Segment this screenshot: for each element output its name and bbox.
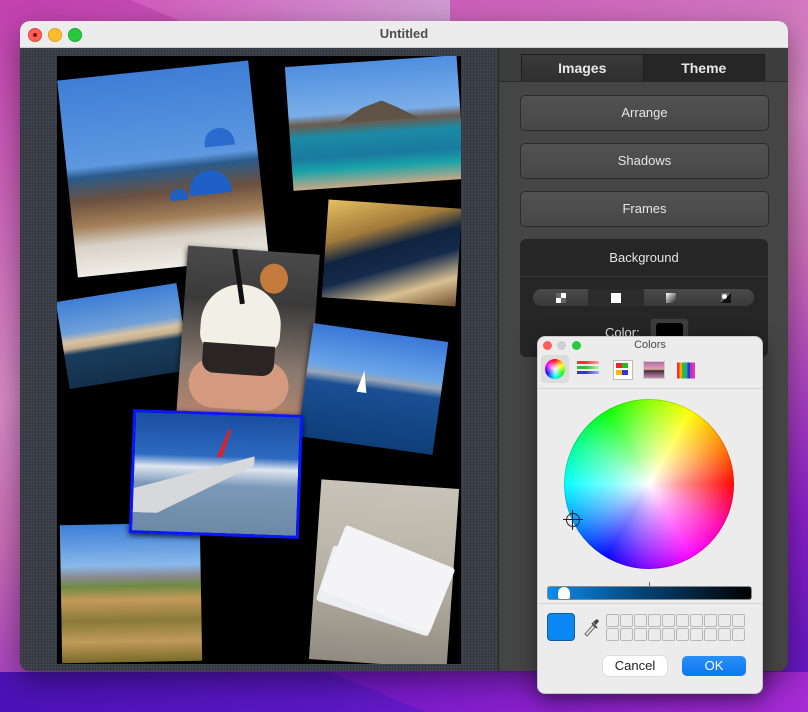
color-swatch[interactable] xyxy=(648,614,661,627)
colors-panel-title: Colors xyxy=(634,339,666,351)
brightness-slider-knob[interactable] xyxy=(557,587,570,599)
color-sliders-icon xyxy=(577,361,599,377)
photo-olive-fields[interactable] xyxy=(59,522,203,664)
color-swatch[interactable] xyxy=(690,628,703,641)
color-swatch[interactable] xyxy=(690,614,703,627)
segment-gradient[interactable] xyxy=(644,289,699,306)
wafer-shape xyxy=(258,262,290,295)
eyedropper-icon[interactable] xyxy=(582,617,600,637)
color-wheel[interactable] xyxy=(564,399,734,569)
dome-shape xyxy=(187,168,232,197)
mode-color-wheel[interactable] xyxy=(541,355,569,383)
photo-santorini-night[interactable] xyxy=(321,199,461,307)
image-icon xyxy=(721,292,732,303)
shadows-button[interactable]: Shadows xyxy=(520,143,769,179)
photo-sailboat-sea[interactable] xyxy=(297,323,449,455)
current-color-well[interactable] xyxy=(547,613,575,641)
cancel-button[interactable]: Cancel xyxy=(603,656,667,676)
color-well-swatch xyxy=(656,323,683,337)
dome-shape xyxy=(203,126,235,148)
color-swatch[interactable] xyxy=(732,628,745,641)
solid-color-icon xyxy=(610,292,621,303)
cup-shape xyxy=(201,341,276,377)
color-swatch[interactable] xyxy=(620,628,633,641)
segment-image[interactable] xyxy=(699,289,754,306)
color-swatch[interactable] xyxy=(606,614,619,627)
segment-solid-color[interactable] xyxy=(588,289,644,306)
color-swatch[interactable] xyxy=(634,628,647,641)
color-swatch[interactable] xyxy=(606,628,619,641)
image-palettes-icon xyxy=(643,361,665,379)
color-swatch[interactable] xyxy=(648,628,661,641)
color-swatch[interactable] xyxy=(634,614,647,627)
mode-image-palettes[interactable] xyxy=(639,355,667,383)
ok-button[interactable]: OK xyxy=(682,656,746,676)
background-divider xyxy=(520,276,768,277)
color-swatch[interactable] xyxy=(718,628,731,641)
custom-swatches-grid xyxy=(606,614,745,641)
mode-color-sliders[interactable] xyxy=(574,355,602,383)
canvas-area xyxy=(20,48,498,671)
photo-ice-cream-cup[interactable] xyxy=(176,245,320,425)
title-bar: Untitled xyxy=(20,21,788,48)
color-swatch[interactable] xyxy=(676,614,689,627)
segment-checker[interactable] xyxy=(533,289,588,306)
sidebar-tabs: Images Theme xyxy=(521,54,765,82)
brightness-slider[interactable] xyxy=(547,586,752,600)
color-swatch[interactable] xyxy=(704,614,717,627)
tab-theme[interactable]: Theme xyxy=(643,54,765,82)
color-mode-toolbar xyxy=(538,352,762,389)
wing-shape xyxy=(133,452,255,516)
frames-button[interactable]: Frames xyxy=(520,191,769,227)
background-type-segmented-control xyxy=(533,289,754,306)
collage-page[interactable] xyxy=(57,56,461,664)
arrange-button[interactable]: Arrange xyxy=(520,95,769,131)
gradient-icon xyxy=(666,292,677,303)
color-swatch[interactable] xyxy=(662,614,675,627)
background-title: Background xyxy=(609,250,679,265)
checker-icon xyxy=(555,292,566,303)
color-swatch[interactable] xyxy=(676,628,689,641)
photo-agios-nikolaos-lake[interactable] xyxy=(57,282,191,390)
window-title-text: Untitled xyxy=(379,26,429,41)
window-title: Untitled xyxy=(20,26,788,41)
color-swatch[interactable] xyxy=(718,614,731,627)
tail-shape xyxy=(217,429,232,457)
color-wheel-icon xyxy=(545,359,565,379)
dome-shape xyxy=(169,187,189,202)
photo-santorini-blue-domes[interactable] xyxy=(57,60,269,278)
tab-images[interactable]: Images xyxy=(521,54,644,82)
photo-airplane-wing-selected[interactable] xyxy=(128,409,304,539)
sail-shape xyxy=(356,370,369,393)
pencils-icon xyxy=(677,362,695,379)
colors-panel: Colors Cancel OK xyxy=(537,336,763,694)
island-shape xyxy=(338,98,419,124)
photo-boarding-passes[interactable] xyxy=(308,479,460,664)
mode-color-palettes[interactable] xyxy=(608,355,636,383)
color-wheel-crosshair-icon[interactable] xyxy=(563,510,583,530)
color-swatch[interactable] xyxy=(620,614,633,627)
colors-divider xyxy=(538,603,762,604)
photo-balos-lagoon[interactable] xyxy=(284,56,461,191)
color-swatch[interactable] xyxy=(662,628,675,641)
color-swatch[interactable] xyxy=(704,628,717,641)
color-palettes-icon xyxy=(613,360,633,380)
mode-pencils[interactable] xyxy=(672,355,700,383)
color-swatch[interactable] xyxy=(732,614,745,627)
